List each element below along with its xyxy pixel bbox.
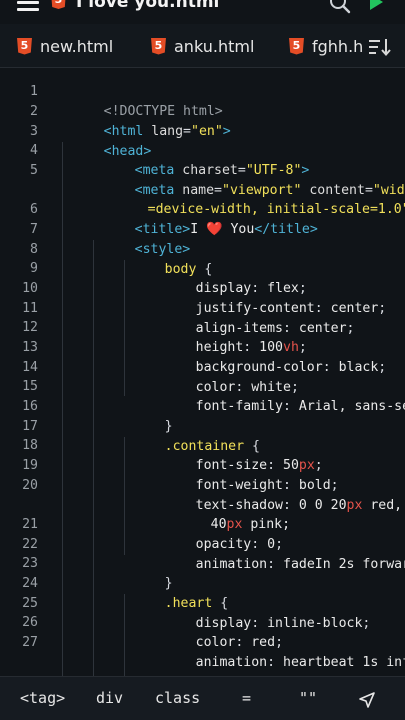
- line-number: 19: [22, 458, 38, 473]
- key-tag[interactable]: <tag>: [20, 689, 65, 707]
- line-number: 7: [30, 222, 38, 237]
- html5-file-icon: [151, 37, 166, 55]
- token: ;: [378, 301, 387, 316]
- token: =: [183, 124, 191, 139]
- token: >: [222, 124, 231, 139]
- line-number: 21: [22, 517, 38, 532]
- line-number: 13: [22, 340, 38, 355]
- line-number: 17: [22, 419, 38, 434]
- line-number: 14: [22, 360, 38, 375]
- line-number: 20: [22, 478, 38, 493]
- line-number: 1: [30, 84, 38, 99]
- token: :: [322, 360, 339, 375]
- line-number: 3: [30, 124, 38, 139]
- line-number: 27: [22, 635, 38, 650]
- token: :: [267, 557, 283, 572]
- tab-fghh-html[interactable]: fghh.h: [289, 24, 364, 67]
- file-title: I love you.html: [76, 0, 220, 12]
- line-number: 5: [30, 163, 38, 178]
- token: px: [346, 498, 363, 513]
- code-editor[interactable]: 1 2 3 4 5 6 7 8 9 10 11 12 13 14 15 16 1…: [0, 80, 405, 676]
- line-number: 11: [22, 301, 38, 316]
- key-class[interactable]: class: [155, 689, 200, 707]
- token: fadeIn 2s forwards: [283, 557, 405, 572]
- tab-label: anku.html: [174, 36, 255, 56]
- cursor-move-icon[interactable]: [358, 691, 376, 709]
- token: </title>: [254, 222, 318, 237]
- html5-file-icon: [17, 37, 32, 55]
- line-number: 6: [30, 202, 38, 217]
- line-number: 12: [22, 320, 38, 335]
- token: ;: [378, 360, 387, 375]
- search-icon[interactable]: [329, 0, 351, 14]
- token: I: [190, 222, 207, 237]
- app-bar: I love you.html: [0, 0, 405, 24]
- run-icon[interactable]: [370, 0, 383, 10]
- token: 0 0 20: [298, 498, 347, 513]
- line-number: 4: [30, 143, 38, 158]
- tab-label: new.html: [40, 36, 114, 56]
- key-div[interactable]: div: [96, 689, 123, 707]
- heart-emoji: ❤️: [206, 222, 223, 237]
- symbol-keybar: <tag> div class = "": [0, 676, 405, 720]
- token: :: [282, 399, 299, 414]
- html5-file-icon: [289, 37, 304, 55]
- tab-label: fghh.h: [312, 36, 364, 56]
- token: animation: [195, 557, 268, 572]
- line-number: 2: [30, 104, 38, 119]
- token: Arial, sans-serif: [298, 399, 405, 414]
- line-number: 15: [22, 379, 38, 394]
- line-number: 10: [22, 281, 38, 296]
- key-equals[interactable]: =: [242, 689, 251, 707]
- line-number: 8: [30, 242, 38, 257]
- token: heartbeat 1s infinite: [283, 655, 405, 670]
- token: "en": [191, 124, 223, 139]
- menu-icon[interactable]: [17, 0, 39, 11]
- line-number: 16: [22, 399, 38, 414]
- indent-guide: [62, 142, 63, 676]
- sort-icon[interactable]: [368, 38, 392, 56]
- line-number: 26: [22, 615, 38, 630]
- line-number: 25: [22, 596, 38, 611]
- html5-file-icon: [51, 0, 66, 9]
- token: black: [338, 360, 379, 375]
- token: font-family: [195, 399, 283, 414]
- code-line-27-wrap: ;: [163, 652, 219, 676]
- token: ;: [346, 321, 355, 336]
- token: ;: [362, 616, 371, 631]
- line-number: 22: [22, 537, 38, 552]
- line-number: 9: [30, 261, 38, 276]
- indent-guide: [93, 240, 94, 676]
- file-tabs: new.html anku.html fghh.h: [0, 24, 405, 68]
- token: You: [222, 222, 255, 237]
- tab-new-html[interactable]: new.html: [17, 24, 114, 67]
- tab-anku-html[interactable]: anku.html: [151, 24, 255, 67]
- token: :: [267, 655, 283, 670]
- line-number: 18: [22, 438, 38, 453]
- line-number: 23: [22, 556, 38, 571]
- token: red, 0 0: [370, 498, 403, 513]
- key-quotes[interactable]: "": [299, 689, 317, 707]
- line-number: 24: [22, 576, 38, 591]
